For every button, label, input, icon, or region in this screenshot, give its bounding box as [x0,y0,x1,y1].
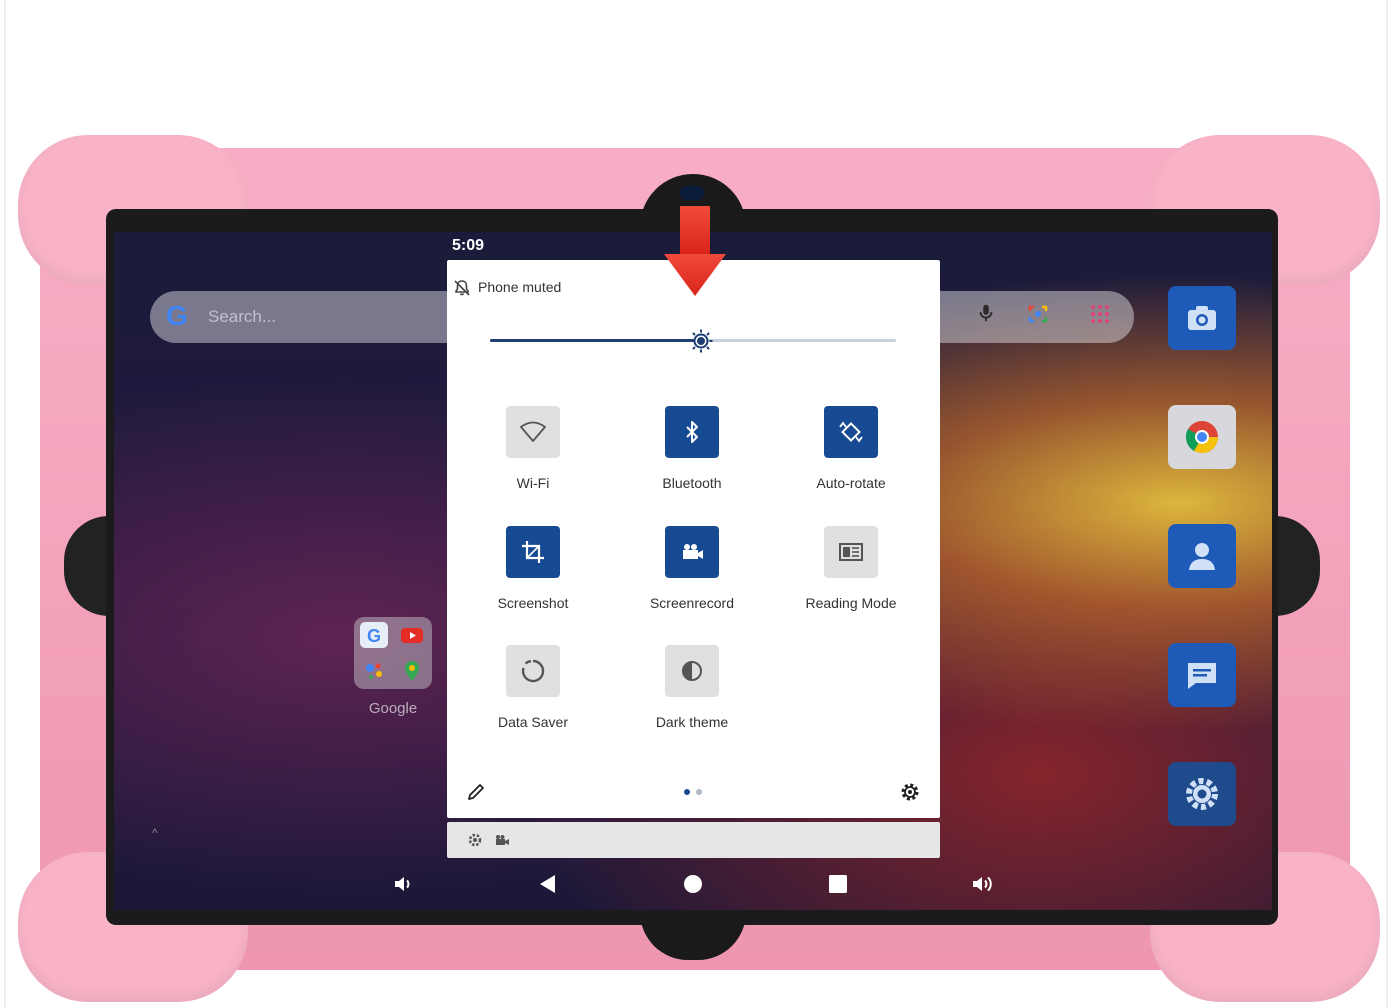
google-lens-icon[interactable] [1024,302,1052,330]
contacts-app-icon[interactable] [1168,524,1236,588]
reading-mode-tile[interactable] [824,526,878,578]
assistant-mini-icon [360,658,388,684]
notification-strip[interactable] [447,822,940,858]
pencil-edit-icon[interactable] [465,781,487,803]
image-border-right [1386,0,1388,1008]
home-circle-icon [684,875,702,893]
auto-rotate-tile[interactable] [824,406,878,458]
dark-theme-tile[interactable] [665,645,719,697]
volume-up-button[interactable] [971,872,995,896]
data-saver-tile-label: Data Saver [497,714,569,730]
bell-muted-icon [454,280,470,296]
image-border-left [4,0,6,1008]
wifi-tile[interactable] [506,406,560,458]
screenrecord-notification-icon [496,835,509,845]
wifi-icon [520,421,546,442]
back-button[interactable] [536,872,560,896]
microphone-icon[interactable] [972,302,1000,330]
settings-gear-icon[interactable] [899,781,921,803]
maps-mini-icon [398,658,426,684]
messages-app-icon[interactable] [1168,643,1236,707]
bluetooth-icon [686,421,698,443]
dark-theme-tile-label: Dark theme [655,714,729,730]
google-apps-folder[interactable]: G [354,617,432,689]
screenrecord-tile[interactable] [665,526,719,578]
reading-mode-icon [839,543,863,561]
settings-notification-icon [468,833,482,847]
bluetooth-tile-label: Bluetooth [662,475,722,491]
auto-rotate-icon [839,421,863,443]
volume-down-button[interactable] [392,872,416,896]
folder-label: Google [368,700,418,717]
chrome-app-icon[interactable] [1168,405,1236,469]
front-camera [680,186,704,200]
dark-theme-icon [682,661,702,681]
recents-button[interactable] [826,872,850,896]
youtube-mini-icon [398,622,426,648]
screenshot-icon [522,541,544,563]
app-drawer-caret-icon[interactable]: ^ [152,826,158,840]
data-saver-icon [521,659,545,683]
brightness-thumb-icon[interactable] [688,328,714,354]
status-bar-clock: 5:09 [452,237,485,254]
bluetooth-tile[interactable] [665,406,719,458]
home-button[interactable] [681,872,705,896]
red-arrow-icon [664,206,726,296]
screenshot-tile[interactable] [506,526,560,578]
volume-down-icon [395,877,410,891]
brightness-slider-fill [490,339,702,342]
screenshot-tile-label: Screenshot [497,595,569,611]
wifi-tile-label: Wi-Fi [516,475,550,491]
recents-square-icon [829,875,847,893]
apps-grid-icon[interactable] [1086,302,1114,330]
screenrecord-icon [683,544,703,559]
search-placeholder: Search... [208,307,277,326]
ringer-status-label[interactable]: Phone muted [478,279,561,295]
camera-app-icon[interactable] [1168,286,1236,350]
reading-mode-tile-label: Reading Mode [805,595,897,611]
svg-text:G: G [367,626,381,646]
page-indicator [684,789,704,795]
google-logo: G [166,300,188,331]
google-mini-icon: G [360,622,388,648]
settings-app-icon[interactable] [1168,762,1236,826]
volume-up-icon [973,876,992,892]
page-dot [696,789,702,795]
back-triangle-icon [540,875,555,893]
auto-rotate-tile-label: Auto-rotate [816,475,886,491]
data-saver-tile[interactable] [506,645,560,697]
page-dot-active [684,789,690,795]
screenrecord-tile-label: Screenrecord [649,595,735,611]
